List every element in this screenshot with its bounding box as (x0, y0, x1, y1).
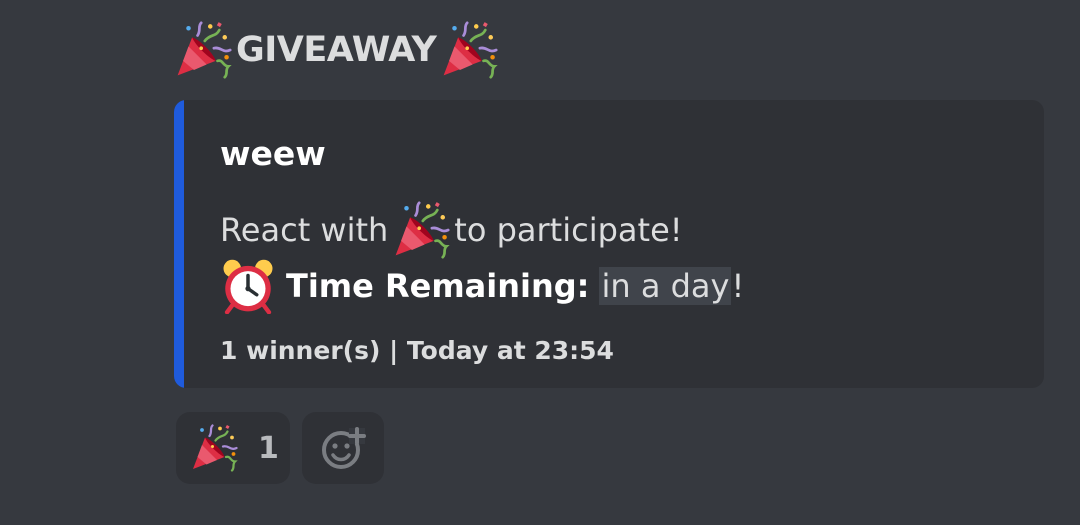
reactions-bar: 1 (176, 412, 384, 484)
time-remaining-line: Time Remaining: in a day ! (220, 256, 744, 316)
participate-text-after: to participate! (454, 211, 683, 249)
heading-text: GIVEAWAY (236, 30, 437, 70)
party-popper-icon (392, 201, 450, 259)
add-reaction-button[interactable] (302, 412, 384, 484)
party-popper-icon (190, 424, 238, 472)
party-popper-icon (174, 21, 232, 79)
embed-title: weew (220, 134, 326, 173)
embed-footer: 1 winner(s) | Today at 23:54 (220, 336, 614, 365)
reaction-count: 1 (258, 430, 279, 466)
giveaway-heading: GIVEAWAY (174, 20, 1048, 80)
giveaway-message: GIVEAWAY weew React with to participate!… (174, 20, 1048, 388)
giveaway-embed: weew React with to participate! Time Rem… (174, 100, 1044, 388)
embed-accent-bar (174, 100, 184, 388)
alarm-clock-icon (220, 258, 276, 314)
party-popper-icon (440, 21, 498, 79)
participate-text-before: React with (220, 211, 389, 249)
reaction-party-popper[interactable]: 1 (176, 412, 290, 484)
time-remaining-value[interactable]: in a day (599, 267, 732, 305)
time-remaining-label: Time Remaining: (286, 267, 590, 305)
add-reaction-icon (319, 424, 367, 472)
time-remaining-suffix: ! (731, 267, 745, 305)
participate-line: React with to participate! (220, 200, 683, 260)
